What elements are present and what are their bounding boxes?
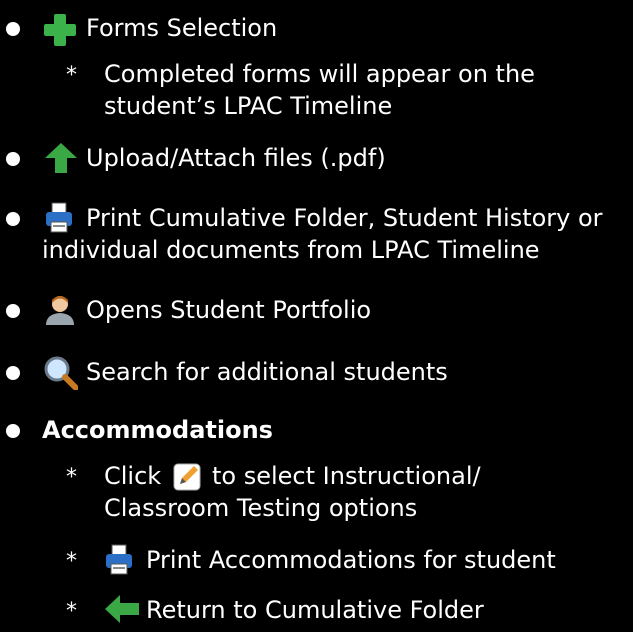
sub-note-line1: Completed forms will appear on the: [104, 60, 535, 88]
print-cumulative-line2: individual documents from LPAC Timeline: [42, 236, 540, 264]
sub-marker: *: [66, 465, 77, 490]
sub-marker: *: [66, 599, 77, 624]
accommodations-heading: Accommodations: [42, 416, 273, 444]
upload-label[interactable]: Upload/Attach files (.pdf): [86, 142, 386, 174]
bullet: [6, 22, 20, 36]
return-label[interactable]: Return to Cumulative Folder: [146, 594, 484, 626]
printer-icon[interactable]: [104, 544, 134, 584]
back-arrow-icon[interactable]: [104, 594, 140, 632]
print-cumulative-line1[interactable]: Print Cumulative Folder, Student History…: [86, 202, 603, 234]
sub-marker: *: [66, 549, 77, 574]
sub-marker: *: [66, 63, 77, 88]
sub-note-completed-forms: * Completed forms will appear on the stu…: [0, 58, 633, 122]
student-avatar-icon[interactable]: [44, 294, 76, 334]
bullet: [6, 152, 20, 166]
sub-note-line2: student’s LPAC Timeline: [104, 92, 393, 120]
print-accommodations-label[interactable]: Print Accommodations for student: [146, 544, 556, 576]
up-arrow-icon[interactable]: [44, 142, 78, 182]
sub-item-select-instructional: * Click to select Instructional/ Classro…: [0, 460, 633, 524]
list-item-print-cumulative: Print Cumulative Folder, Student History…: [0, 202, 633, 266]
plus-icon[interactable]: [42, 12, 78, 56]
click-prefix: Click: [104, 462, 162, 490]
search-students-label[interactable]: Search for additional students: [86, 356, 448, 388]
student-portfolio-label[interactable]: Opens Student Portfolio: [86, 294, 371, 326]
bullet: [6, 366, 20, 380]
magnifier-icon[interactable]: [44, 356, 79, 398]
bullet: [6, 304, 20, 318]
click-suffix: to select Instructional/: [212, 462, 481, 490]
forms-selection-label[interactable]: Forms Selection: [86, 12, 277, 44]
bullet: [6, 212, 20, 226]
click-line2: Classroom Testing options: [104, 494, 418, 522]
bullet: [6, 424, 20, 438]
